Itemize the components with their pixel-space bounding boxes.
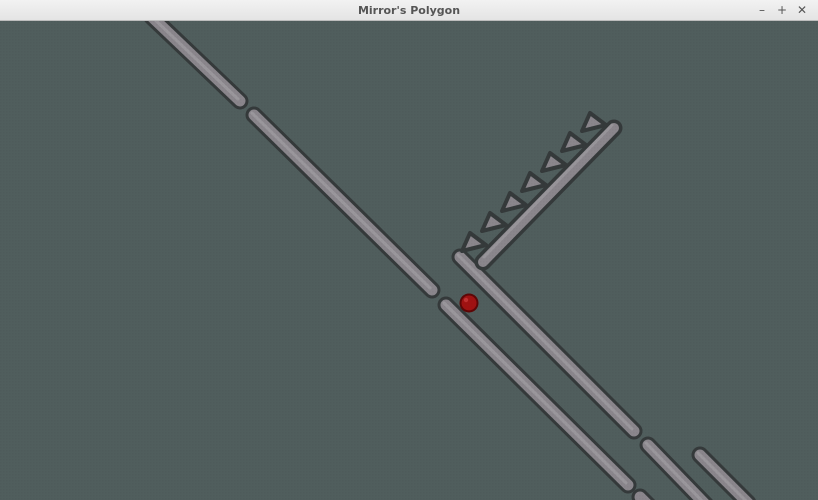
close-icon[interactable]: ✕ — [792, 0, 812, 21]
minimize-icon[interactable]: – — [752, 0, 772, 21]
app-window: Mirror's Polygon – + ✕ — [0, 0, 818, 500]
game-canvas — [0, 21, 818, 500]
window-title: Mirror's Polygon — [357, 4, 461, 17]
maximize-icon[interactable]: + — [772, 0, 792, 21]
game-viewport[interactable] — [0, 21, 818, 500]
title-bar[interactable]: Mirror's Polygon – + ✕ — [0, 0, 818, 21]
window-controls: – + ✕ — [752, 0, 812, 21]
pixel-texture-overlay — [0, 21, 818, 500]
